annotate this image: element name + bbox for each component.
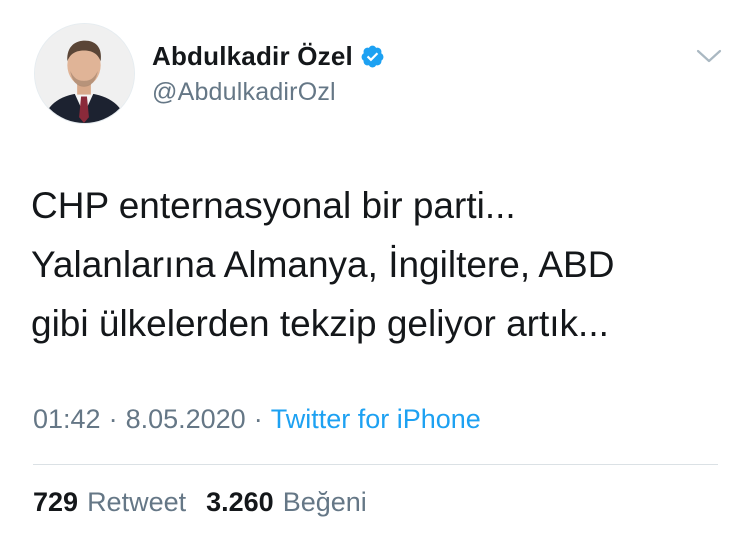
meta-separator: · [253, 404, 263, 434]
avatar-image [35, 24, 134, 123]
chevron-down-icon[interactable] [692, 42, 726, 70]
display-name[interactable]: Abdulkadir Özel [152, 41, 353, 72]
tweet-time[interactable]: 01:42 [33, 404, 101, 434]
tweet-stats: 729 Retweet 3.260 Beğeni [33, 487, 367, 518]
retweet-count: 729 [33, 487, 79, 517]
name-row: Abdulkadir Özel [152, 38, 385, 74]
tweet-date[interactable]: 8.05.2020 [126, 404, 246, 434]
tweet-text-line: Yalanlarına Almanya, İngiltere, ABD [31, 244, 615, 285]
like-count: 3.260 [206, 487, 274, 517]
likes-stat[interactable]: 3.260 Beğeni [206, 487, 367, 518]
like-label: Beğeni [282, 487, 367, 517]
avatar[interactable] [34, 23, 135, 124]
retweet-label: Retweet [87, 487, 187, 517]
tweet-source-link[interactable]: Twitter for iPhone [271, 404, 481, 434]
tweet-text-line: CHP enternasyonal bir parti... [31, 185, 516, 226]
user-handle[interactable]: @AbdulkadirOzl [152, 78, 385, 107]
verified-badge-icon [360, 44, 385, 69]
tweet-card: Abdulkadir Özel @AbdulkadirOzl CHP enter… [0, 0, 750, 542]
tweet-text: CHP enternasyonal bir parti... Yalanları… [31, 176, 721, 353]
divider [33, 464, 718, 465]
tweet-text-line: gibi ülkelerden tekzip geliyor artık... [31, 303, 609, 344]
retweets-stat[interactable]: 729 Retweet [33, 487, 186, 518]
author-info[interactable]: Abdulkadir Özel @AbdulkadirOzl [152, 38, 385, 107]
tweet-meta: 01:42 · 8.05.2020 · Twitter for iPhone [33, 404, 481, 435]
meta-separator: · [108, 404, 118, 434]
